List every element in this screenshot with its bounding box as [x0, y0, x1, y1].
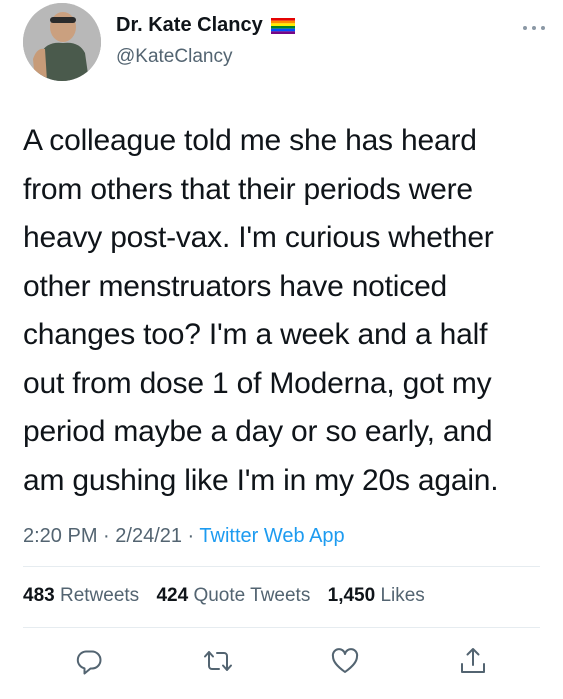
retweet-button[interactable] [203, 646, 233, 676]
tweet-text-line: out from dose 1 of Moderna, got my [23, 366, 492, 400]
tweet-text-line: from others that their periods were [23, 172, 473, 206]
like-button[interactable] [330, 646, 360, 676]
tweet-date[interactable]: 2/24/21 [115, 525, 182, 547]
likes-stat[interactable]: 1,450 Likes [328, 585, 425, 606]
tweet-text: A colleague told me she has heard from o… [23, 117, 553, 505]
tweet-actions [0, 640, 563, 680]
tweet-time[interactable]: 2:20 PM [23, 525, 97, 547]
tweet-stats: 483 Retweets 424 Quote Tweets 1,450 Like… [23, 585, 437, 607]
user-handle[interactable]: @KateClancy [116, 46, 232, 68]
retweets-count: 483 [23, 585, 55, 606]
tweet-text-line: changes too? I'm a week and a half [23, 318, 488, 351]
meta-separator: · [182, 525, 200, 547]
avatar[interactable] [23, 3, 101, 81]
heart-icon [331, 648, 359, 673]
more-options-icon[interactable] [521, 22, 547, 34]
avatar-photo [23, 3, 101, 81]
tweet-header: Dr. Kate Clancy @KateClancy [0, 0, 563, 100]
quote-tweets-label: Quote Tweets [193, 585, 311, 606]
divider [23, 566, 540, 567]
reply-button[interactable] [74, 646, 104, 676]
tweet-text-line: other menstruators have noticed [23, 269, 448, 303]
tweet-text-line: heavy post-vax. I'm curious whether [23, 221, 494, 254]
divider [23, 627, 540, 628]
meta-separator: · [97, 525, 116, 547]
tweet-text-line: am gushing like I'm in my 20s again. [23, 463, 499, 497]
tweet-text-line: A colleague told me she has heard [23, 124, 477, 157]
retweets-stat[interactable]: 483 Retweets [23, 585, 139, 606]
retweet-icon [204, 651, 232, 671]
retweets-label: Retweets [59, 585, 140, 606]
display-name[interactable]: Dr. Kate Clancy [116, 14, 263, 37]
tweet-text-line: period maybe a day or so early, and [23, 415, 493, 448]
tweet-source-link[interactable]: Twitter Web App [199, 525, 344, 547]
likes-label: Likes [380, 585, 425, 606]
reply-icon [76, 650, 102, 675]
likes-count: 1,450 [327, 585, 376, 606]
quote-tweets-count: 424 [156, 585, 189, 606]
rainbow-flag-icon [270, 17, 295, 34]
tweet-metadata: 2:20 PM · 2/24/21 · Twitter Web App [23, 525, 345, 548]
share-icon [461, 648, 485, 673]
quote-tweets-stat[interactable]: 424 Quote Tweets [156, 585, 310, 606]
share-button[interactable] [458, 646, 488, 676]
